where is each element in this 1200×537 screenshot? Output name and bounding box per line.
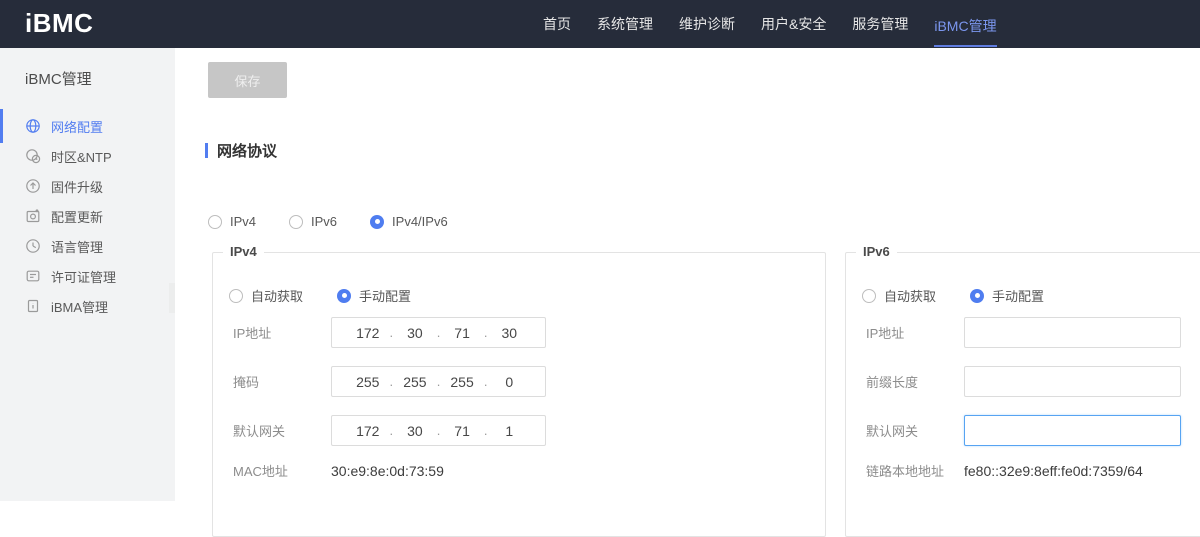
ipv4-mask-row: 掩码 255. 255. 255. 0 <box>233 366 546 397</box>
sidebar-item-label: 语言管理 <box>51 237 103 256</box>
radio-ipv6[interactable]: IPv6 <box>289 214 337 229</box>
sidebar-item-label: 配置更新 <box>51 207 103 226</box>
radio-circle-icon <box>289 215 303 229</box>
radio-ipv4[interactable]: IPv4 <box>208 214 256 229</box>
sidebar-item-label: iBMA管理 <box>51 297 108 316</box>
ibma-icon <box>25 298 41 314</box>
ipv6-prefix-row: 前缀长度 <box>866 366 1181 397</box>
license-icon <box>25 268 41 284</box>
field-label: MAC地址 <box>233 461 331 480</box>
firmware-upgrade-icon <box>25 178 41 194</box>
ipv6-ip-row: IP地址 <box>866 317 1181 348</box>
ibmc-logo: iBMC <box>25 8 93 39</box>
sidebar-menu: 网络配置 时区&NTP 固件升级 配置更新 语言管理 <box>0 111 175 321</box>
nav-home[interactable]: 首页 <box>543 0 571 48</box>
ipv6-ip-input[interactable] <box>964 317 1181 348</box>
sidebar: iBMC管理 网络配置 时区&NTP 固件升级 配置更新 <box>0 48 175 501</box>
ip-octet[interactable]: 0 <box>487 374 531 390</box>
ip-octet[interactable]: 255 <box>346 374 390 390</box>
field-label: 前缀长度 <box>866 372 964 391</box>
protocol-radio-group: IPv4 IPv6 IPv4/IPv6 <box>208 214 481 229</box>
ip-octet[interactable]: 172 <box>346 423 390 439</box>
ipv4-gateway-row: 默认网关 172. 30. 71. 1 <box>233 415 546 446</box>
ip-octet[interactable]: 30 <box>393 325 437 341</box>
ipv6-link-local-row: 链路本地地址 fe80::32e9:8eff:fe0d:7359/64 <box>866 461 1143 480</box>
sidebar-item-config-update[interactable]: 配置更新 <box>0 201 175 231</box>
sidebar-title: iBMC管理 <box>0 48 175 89</box>
sidebar-item-ibma-management[interactable]: iBMA管理 <box>0 291 175 321</box>
ipv4-mac-row: MAC地址 30:e9:8e:0d:73:59 <box>233 461 444 480</box>
ipv4-gateway-input[interactable]: 172. 30. 71. 1 <box>331 415 546 446</box>
ipv6-gateway-row: 默认网关 <box>866 415 1181 446</box>
sidebar-item-network-config[interactable]: 网络配置 <box>0 111 175 141</box>
ipv6-panel-legend: IPv6 <box>856 244 897 259</box>
field-label: 掩码 <box>233 372 331 391</box>
protocol-panels: IPv4 自动获取 手动配置 IP地址 172. 30. 71. 30 <box>212 252 1200 537</box>
sidebar-item-label: 许可证管理 <box>51 267 116 286</box>
sidebar-item-label: 时区&NTP <box>51 147 112 166</box>
section-header: 网络协议 <box>205 140 277 161</box>
page-title: 网络协议 <box>217 140 277 161</box>
radio-ipv4-ipv6[interactable]: IPv4/IPv6 <box>370 214 448 229</box>
radio-circle-icon <box>970 289 984 303</box>
sidebar-item-timezone-ntp[interactable]: 时区&NTP <box>0 141 175 171</box>
ipv4-ip-input[interactable]: 172. 30. 71. 30 <box>331 317 546 348</box>
timezone-icon <box>25 148 41 164</box>
ip-octet[interactable]: 30 <box>393 423 437 439</box>
ipv6-gateway-input[interactable] <box>964 415 1181 446</box>
section-accent-bar <box>205 143 208 158</box>
nav-system-management[interactable]: 系统管理 <box>597 0 653 48</box>
ipv4-radio-auto[interactable]: 自动获取 <box>229 286 303 305</box>
field-label: 默认网关 <box>866 421 964 440</box>
ipv4-mode-radio-group: 自动获取 手动配置 <box>229 286 445 305</box>
ipv6-radio-auto[interactable]: 自动获取 <box>862 286 936 305</box>
top-navigation: 首页 系统管理 维护诊断 用户&安全 服务管理 iBMC管理 <box>543 0 997 48</box>
sidebar-item-language-management[interactable]: 语言管理 <box>0 231 175 261</box>
ip-octet[interactable]: 255 <box>440 374 484 390</box>
nav-maintenance-diagnosis[interactable]: 维护诊断 <box>679 0 735 48</box>
ip-octet[interactable]: 30 <box>487 325 531 341</box>
radio-circle-icon <box>337 289 351 303</box>
ipv6-radio-manual[interactable]: 手动配置 <box>970 286 1044 305</box>
ip-octet[interactable]: 172 <box>346 325 390 341</box>
radio-circle-icon <box>208 215 222 229</box>
link-local-address-value: fe80::32e9:8eff:fe0d:7359/64 <box>964 463 1143 479</box>
save-button[interactable]: 保存 <box>208 62 287 98</box>
ipv6-mode-radio-group: 自动获取 手动配置 <box>862 286 1078 305</box>
main-content: 保存 网络协议 IPv4 IPv6 IPv4/IPv6 IPv4 自动获取 <box>175 48 1200 501</box>
nav-service-management[interactable]: 服务管理 <box>852 0 908 48</box>
ip-octet[interactable]: 255 <box>393 374 437 390</box>
field-label: IP地址 <box>866 323 964 342</box>
ipv6-panel: IPv6 自动获取 手动配置 IP地址 前缀长度 默认 <box>845 252 1200 537</box>
nav-ibmc-management[interactable]: iBMC管理 <box>934 1 996 47</box>
nav-user-security[interactable]: 用户&安全 <box>761 0 826 48</box>
language-icon <box>25 238 41 254</box>
ip-octet[interactable]: 71 <box>440 423 484 439</box>
ipv4-mask-input[interactable]: 255. 255. 255. 0 <box>331 366 546 397</box>
field-label: 链路本地地址 <box>866 461 964 480</box>
sidebar-item-label: 网络配置 <box>51 117 103 136</box>
field-label: 默认网关 <box>233 421 331 440</box>
ipv4-panel: IPv4 自动获取 手动配置 IP地址 172. 30. 71. 30 <box>212 252 826 537</box>
radio-circle-icon <box>370 215 384 229</box>
ipv4-radio-manual[interactable]: 手动配置 <box>337 286 411 305</box>
ipv4-panel-legend: IPv4 <box>223 244 264 259</box>
config-update-icon <box>25 208 41 224</box>
sidebar-item-label: 固件升级 <box>51 177 103 196</box>
field-label: IP地址 <box>233 323 331 342</box>
sidebar-item-license-management[interactable]: 许可证管理 <box>0 261 175 291</box>
ipv4-ip-row: IP地址 172. 30. 71. 30 <box>233 317 546 348</box>
ipv6-prefix-input[interactable] <box>964 366 1181 397</box>
network-icon <box>25 118 41 134</box>
radio-circle-icon <box>229 289 243 303</box>
ip-octet[interactable]: 71 <box>440 325 484 341</box>
top-header: iBMC 首页 系统管理 维护诊断 用户&安全 服务管理 iBMC管理 <box>0 0 1200 48</box>
mac-address-value: 30:e9:8e:0d:73:59 <box>331 463 444 479</box>
sidebar-item-firmware-upgrade[interactable]: 固件升级 <box>0 171 175 201</box>
ip-octet[interactable]: 1 <box>487 423 531 439</box>
radio-circle-icon <box>862 289 876 303</box>
